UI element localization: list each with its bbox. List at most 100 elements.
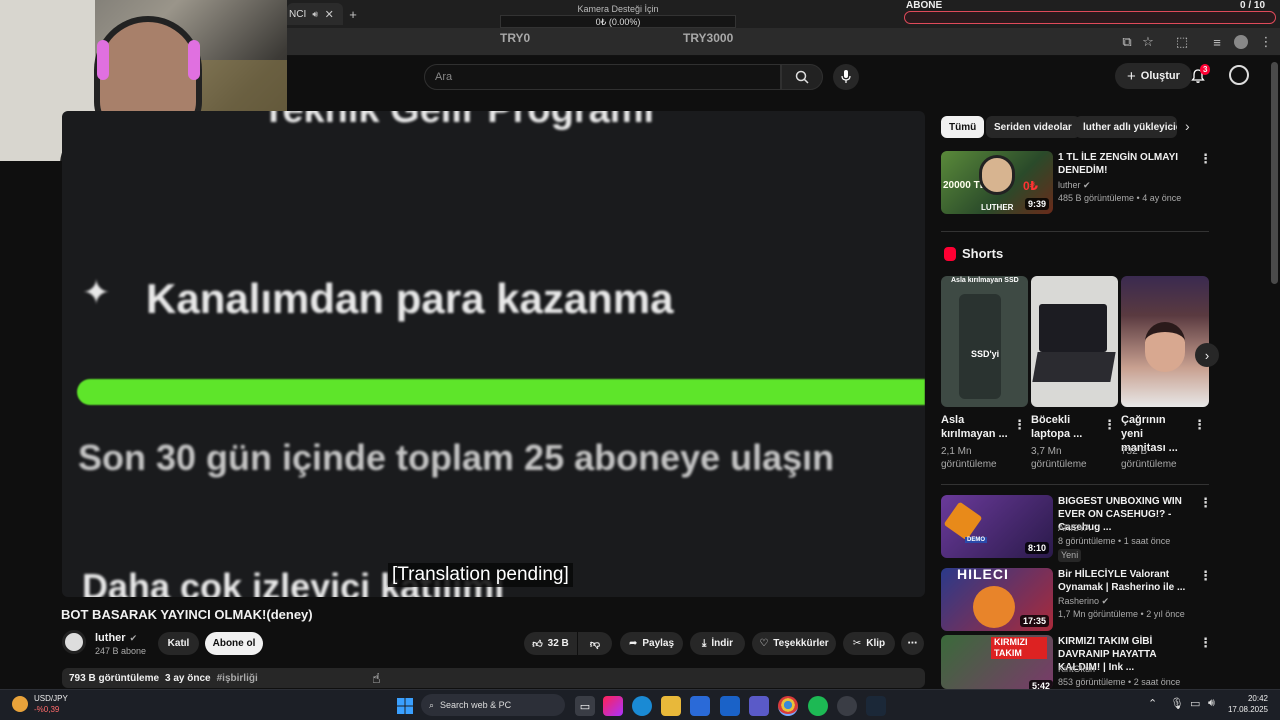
recommended-video-channel[interactable]: ARISYA (1058, 522, 1090, 535)
more-options-icon[interactable]: ⋮ (1199, 495, 1212, 511)
more-options-icon[interactable]: ⋮ (1199, 151, 1212, 167)
volume-icon[interactable]: 🔊︎ (1208, 697, 1215, 710)
recommended-video-title[interactable]: Bir HİLECİYLE Valorant Oynamak | Rasheri… (1058, 568, 1193, 594)
chrome-icon[interactable] (778, 696, 798, 716)
recommended-video-thumbnail[interactable]: DEMO 8:10 (941, 495, 1053, 558)
browser-tab[interactable]: NCI 🔊︎ ✕ (287, 3, 343, 25)
like-button[interactable]: 👍︎ 32 B (524, 632, 577, 655)
description-box[interactable]: 793 B görüntüleme 3 ay önce #işbirliği (62, 668, 925, 688)
store-icon[interactable] (690, 696, 710, 716)
obs-icon[interactable] (837, 696, 857, 716)
clip-button[interactable]: ✂ Klip (843, 632, 895, 655)
dislike-button[interactable]: 👎︎ (578, 632, 612, 655)
short-title-1[interactable]: Asla kırılmayan ... (941, 413, 1009, 441)
video-frame-text-main: Kanalımdan para kazanma (146, 275, 674, 322)
start-button[interactable] (395, 696, 415, 716)
reading-list-icon[interactable]: ≡ (1207, 32, 1227, 52)
more-horizontal-icon: ⋯ (907, 638, 918, 649)
search-button[interactable] (781, 64, 823, 90)
recommended-video-thumbnail[interactable]: HILECI 17:35 (941, 568, 1053, 631)
join-button[interactable]: Katıl (158, 632, 199, 655)
profile-avatar[interactable] (1234, 35, 1248, 49)
plus-icon: + (1127, 67, 1136, 85)
thanks-label: Teşekkürler (773, 638, 829, 649)
share-button[interactable]: ➦ Paylaş (620, 632, 683, 655)
short-badge: SSD'yi (971, 349, 1000, 359)
create-label: Oluştur (1140, 70, 1180, 82)
bookmark-star-icon[interactable]: ☆ (1138, 32, 1158, 52)
recommended-video-thumbnail[interactable]: KIRMIZI TAKIM 5:42 (941, 635, 1053, 689)
short-title-2[interactable]: Böcekli laptopa ... (1031, 413, 1099, 441)
recommended-video-channel[interactable]: luther ✔ (1058, 179, 1091, 192)
chip-next-icon[interactable]: › (1185, 118, 1190, 134)
page-scrollbar[interactable] (1271, 62, 1278, 284)
outlook-icon[interactable] (720, 696, 740, 716)
share-icon: ➦ (628, 638, 638, 649)
search-input[interactable]: Ara (424, 64, 781, 90)
short-thumbnail-1[interactable]: Asla kırılmayan SSD SSD'yi (941, 276, 1028, 407)
browser-menu-icon[interactable]: ⋮ (1256, 32, 1276, 52)
clock-date[interactable]: 17.08.2025 (1224, 705, 1268, 714)
create-button[interactable]: + Oluştur (1115, 63, 1192, 89)
chip-series[interactable]: Seriden videolar (986, 116, 1080, 138)
more-options-icon[interactable]: ⋮ (1199, 635, 1212, 651)
notifications-button[interactable]: 3 (1190, 64, 1212, 87)
video-caption: [Translation pending] (388, 563, 573, 587)
scissors-icon: ✂ (852, 638, 862, 649)
cast-icon[interactable]: ⧉ (1117, 32, 1137, 52)
account-avatar[interactable] (1229, 65, 1249, 85)
thumb-channel-text: LUTHER (981, 203, 1014, 212)
download-button[interactable]: ⤓ İndir (690, 632, 745, 655)
clock-time[interactable]: 20:42 (1234, 694, 1268, 703)
teams-icon[interactable] (749, 696, 769, 716)
recommended-video-channel[interactable]: Rasherino ✔ (1058, 595, 1109, 608)
speaker-icon[interactable]: 🔊︎ (308, 4, 322, 24)
subscriber-goal-label: ABONE (906, 0, 943, 11)
shorts-next-button[interactable]: › (1195, 343, 1219, 367)
file-explorer-icon[interactable] (661, 696, 681, 716)
short-thumbnail-3[interactable] (1121, 276, 1209, 407)
recommended-video-channel[interactable]: KiritOkun (1058, 663, 1095, 676)
display-icon[interactable]: ▭ (1190, 697, 1200, 710)
verified-icon: ✔ (1083, 180, 1091, 190)
more-actions-button[interactable]: ⋯ (901, 632, 924, 655)
thanks-button[interactable]: ♡ Teşekkürler (752, 632, 836, 655)
copilot-icon[interactable] (603, 696, 623, 716)
microphone-icon[interactable]: 🎙︎ (1170, 697, 1184, 710)
thumbs-down-icon: 👎︎ (589, 638, 601, 650)
more-options-icon[interactable]: ⋮ (1199, 568, 1212, 584)
channel-name-row[interactable]: luther ✔ (95, 632, 137, 644)
chip-uploader[interactable]: luther adlı yükleyiciden (1075, 116, 1177, 138)
edge-icon[interactable] (632, 696, 652, 716)
video-frame-progress-fill (77, 379, 925, 405)
chip-all[interactable]: Tümü (941, 116, 985, 138)
description-tag[interactable]: #işbirliği (217, 673, 258, 684)
subscribe-button[interactable]: Abone ol (205, 632, 263, 655)
close-tab-icon[interactable]: ✕ (322, 4, 336, 24)
try-max-label: TRY3000 (683, 31, 734, 45)
channel-avatar[interactable] (62, 630, 86, 654)
more-options-icon[interactable]: ⋮ (1193, 417, 1206, 433)
ticker-change: -%0,39 (34, 705, 60, 714)
short-views-2: 3,7 Mn görüntüleme (1031, 446, 1087, 470)
voice-search-button[interactable] (833, 64, 859, 90)
spotify-icon[interactable] (808, 696, 828, 716)
stock-ticker-icon[interactable] (12, 696, 28, 712)
recommended-video-thumbnail[interactable]: 20000 TL 0₺ LUTHER 9:39 (941, 151, 1053, 214)
taskbar-search[interactable]: ⌕ Search web & PC (421, 694, 565, 716)
divider (941, 231, 1209, 232)
clip-label: Klip (866, 638, 886, 649)
short-thumbnail-2[interactable] (1031, 276, 1118, 407)
new-badge: Yeni (1058, 549, 1082, 562)
donation-goal-bar: 0₺ (0.00%) (500, 15, 736, 28)
tray-overflow-icon[interactable]: ⌃ (1148, 697, 1157, 710)
task-view-icon[interactable]: ▭ (575, 696, 595, 716)
steam-icon[interactable] (866, 696, 886, 716)
extensions-icon[interactable]: ⬚ (1172, 32, 1192, 52)
recommended-video-title[interactable]: 1 TL İLE ZENGİN OLMAYI DENEDİM! (1058, 151, 1188, 177)
more-options-icon[interactable]: ⋮ (1013, 417, 1026, 433)
more-options-icon[interactable]: ⋮ (1103, 417, 1116, 433)
new-tab-icon[interactable]: + (343, 4, 363, 24)
video-player[interactable]: Teknik Gelir Programı ✦ Kanalımdan para … (62, 111, 925, 597)
sparkle-icon: ✦ (82, 274, 111, 312)
